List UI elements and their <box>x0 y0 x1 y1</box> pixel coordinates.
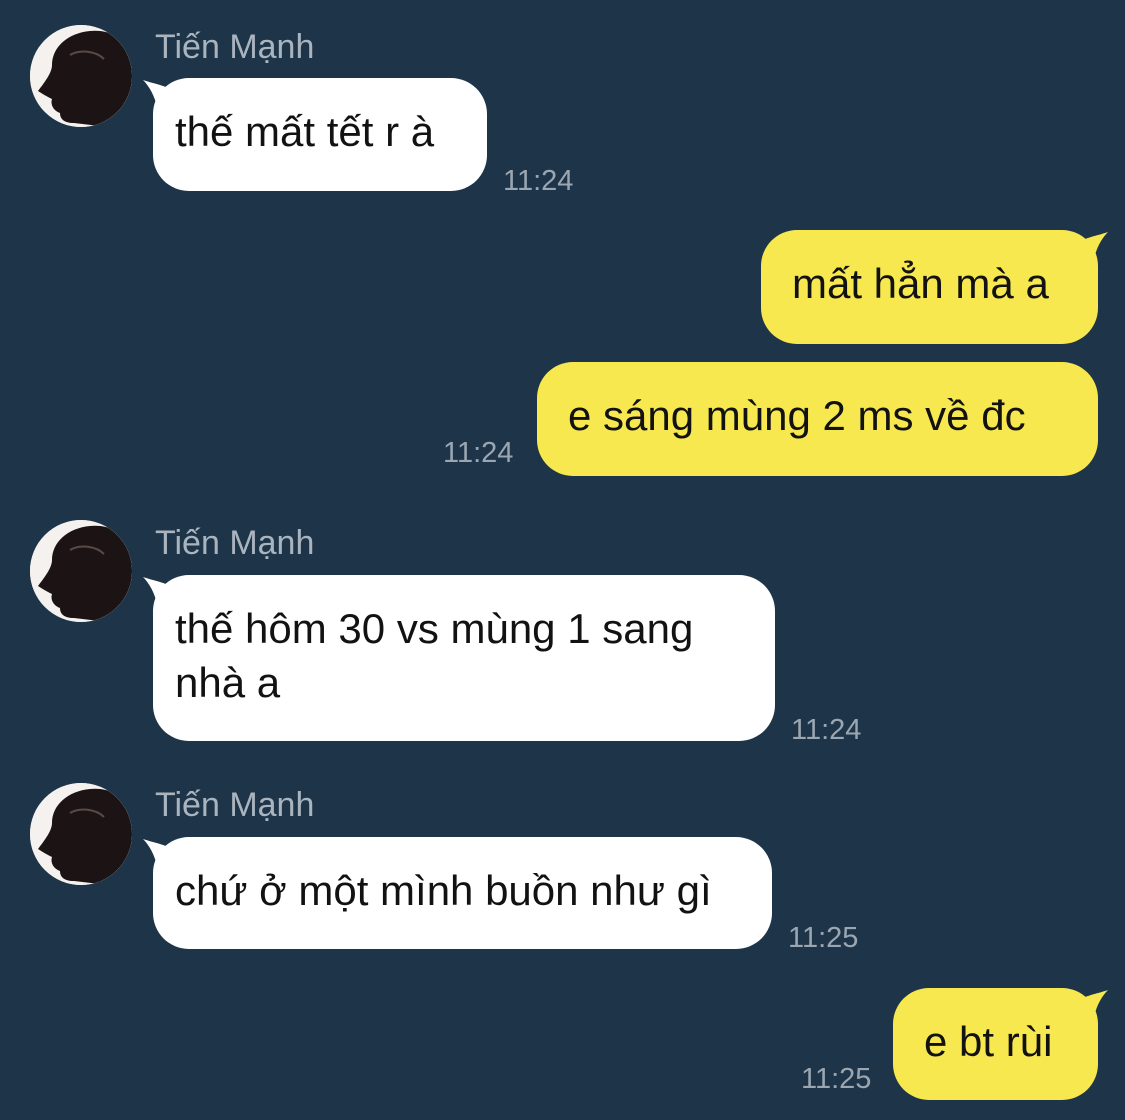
incoming-message-bubble[interactable]: thế mất tết r à <box>153 78 487 191</box>
sender-name: Tiến Mạnh <box>155 524 315 562</box>
user-avatar-icon <box>30 25 132 127</box>
incoming-message-bubble[interactable]: thế hôm 30 vs mùng 1 sang nhà a <box>153 575 775 741</box>
sender-avatar[interactable] <box>30 25 132 127</box>
outgoing-message-bubble[interactable]: e sáng mùng 2 ms về đc <box>537 362 1098 476</box>
message-timestamp: 11:25 <box>788 922 859 954</box>
message-timestamp: 11:24 <box>443 437 514 469</box>
sender-name: Tiến Mạnh <box>155 786 315 824</box>
incoming-message-bubble[interactable]: chứ ở một mình buồn như gì <box>153 837 772 949</box>
message-text: thế mất tết r à <box>175 108 435 155</box>
user-avatar-icon <box>30 520 132 622</box>
outgoing-message-bubble[interactable]: mất hẳn mà a <box>761 230 1098 344</box>
message-timestamp: 11:25 <box>801 1063 872 1095</box>
sender-name: Tiến Mạnh <box>155 28 315 66</box>
user-avatar-icon <box>30 783 132 885</box>
message-text: chứ ở một mình buồn như gì <box>175 867 712 914</box>
sender-avatar[interactable] <box>30 520 132 622</box>
message-text: thế hôm 30 vs mùng 1 sang nhà a <box>175 605 694 706</box>
message-text: mất hẳn mà a <box>792 260 1049 307</box>
message-timestamp: 11:24 <box>503 165 574 197</box>
sender-avatar[interactable] <box>30 783 132 885</box>
message-text: e sáng mùng 2 ms về đc <box>568 392 1026 439</box>
message-text: e bt rùi <box>924 1018 1053 1065</box>
message-timestamp: 11:24 <box>791 714 862 746</box>
outgoing-message-bubble[interactable]: e bt rùi <box>893 988 1098 1100</box>
